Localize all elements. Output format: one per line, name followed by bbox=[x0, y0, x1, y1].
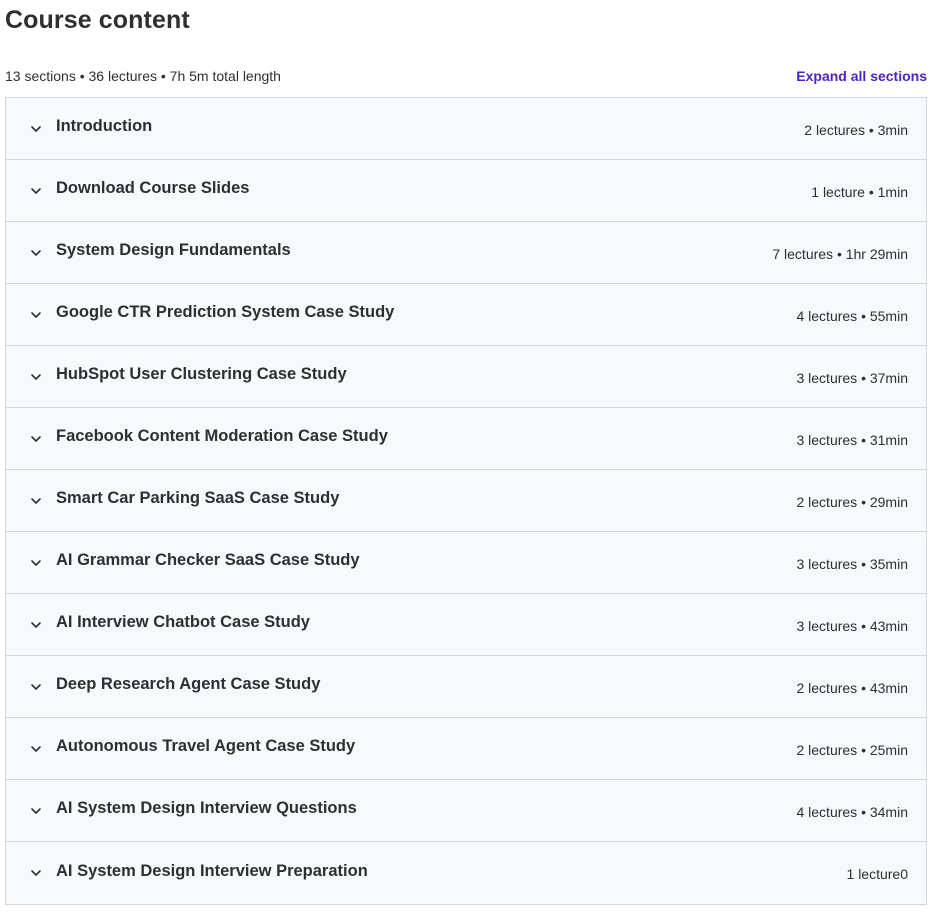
section-row[interactable]: AI System Design Interview Preparation 1… bbox=[6, 842, 926, 904]
section-title: Autonomous Travel Agent Case Study bbox=[56, 737, 356, 755]
section-title: Introduction bbox=[56, 117, 153, 135]
section-title: AI Grammar Checker SaaS Case Study bbox=[56, 551, 360, 569]
curriculum-accordion: Introduction 2 lectures • 3min Download … bbox=[5, 97, 927, 905]
section-row[interactable]: Download Course Slides 1 lecture • 1min bbox=[6, 160, 926, 222]
section-meta: 3 lectures • 35min bbox=[796, 555, 908, 572]
section-row[interactable]: Google CTR Prediction System Case Study … bbox=[6, 284, 926, 346]
chevron-down-icon bbox=[28, 679, 44, 695]
section-row[interactable]: Facebook Content Moderation Case Study 3… bbox=[6, 408, 926, 470]
section-title: Google CTR Prediction System Case Study bbox=[56, 303, 395, 321]
section-meta: 3 lectures • 43min bbox=[796, 617, 908, 634]
chevron-down-icon bbox=[28, 741, 44, 757]
section-meta: 7 lectures • 1hr 29min bbox=[772, 245, 908, 262]
chevron-down-icon bbox=[28, 245, 44, 261]
section-meta: 2 lectures • 43min bbox=[796, 679, 908, 696]
section-row[interactable]: AI System Design Interview Questions 4 l… bbox=[6, 780, 926, 842]
section-meta: 2 lectures • 3min bbox=[804, 121, 908, 138]
course-summary-row: 13 sections • 36 lectures • 7h 5m total … bbox=[5, 66, 927, 86]
section-title: Smart Car Parking SaaS Case Study bbox=[56, 489, 340, 507]
section-row[interactable]: HubSpot User Clustering Case Study 3 lec… bbox=[6, 346, 926, 408]
chevron-down-icon bbox=[28, 617, 44, 633]
section-meta: 4 lectures • 55min bbox=[796, 307, 908, 324]
section-meta: 4 lectures • 34min bbox=[796, 803, 908, 820]
chevron-down-icon bbox=[28, 555, 44, 571]
section-meta: 1 lecture0 bbox=[846, 866, 908, 882]
section-row[interactable]: Introduction 2 lectures • 3min bbox=[6, 98, 926, 160]
chevron-down-icon bbox=[28, 183, 44, 199]
course-summary: 13 sections • 36 lectures • 7h 5m total … bbox=[5, 68, 281, 84]
section-title: AI System Design Interview Preparation bbox=[56, 861, 368, 880]
section-meta: 1 lecture • 1min bbox=[811, 183, 908, 200]
section-title: AI System Design Interview Questions bbox=[56, 799, 357, 817]
section-row[interactable]: Deep Research Agent Case Study 2 lecture… bbox=[6, 656, 926, 718]
chevron-down-icon bbox=[28, 493, 44, 509]
section-title: System Design Fundamentals bbox=[56, 241, 291, 259]
section-meta: 3 lectures • 31min bbox=[796, 431, 908, 448]
chevron-down-icon bbox=[28, 431, 44, 447]
chevron-down-icon bbox=[28, 307, 44, 323]
chevron-down-icon bbox=[28, 865, 44, 881]
section-meta: 2 lectures • 25min bbox=[796, 741, 908, 758]
section-row[interactable]: Smart Car Parking SaaS Case Study 2 lect… bbox=[6, 470, 926, 532]
expand-all-sections-button[interactable]: Expand all sections bbox=[796, 68, 927, 84]
section-row[interactable]: Autonomous Travel Agent Case Study 2 lec… bbox=[6, 718, 926, 780]
section-row[interactable]: System Design Fundamentals 7 lectures • … bbox=[6, 222, 926, 284]
section-meta: 2 lectures • 29min bbox=[796, 493, 908, 510]
section-title: Download Course Slides bbox=[56, 179, 250, 197]
section-title: HubSpot User Clustering Case Study bbox=[56, 365, 347, 383]
section-meta: 3 lectures • 37min bbox=[796, 369, 908, 386]
chevron-down-icon bbox=[28, 369, 44, 385]
section-title: AI Interview Chatbot Case Study bbox=[56, 613, 310, 631]
section-title: Deep Research Agent Case Study bbox=[56, 675, 321, 693]
page-title: Course content bbox=[5, 6, 190, 34]
chevron-down-icon bbox=[28, 121, 44, 137]
section-row[interactable]: AI Grammar Checker SaaS Case Study 3 lec… bbox=[6, 532, 926, 594]
chevron-down-icon bbox=[28, 803, 44, 819]
section-row[interactable]: AI Interview Chatbot Case Study 3 lectur… bbox=[6, 594, 926, 656]
section-title: Facebook Content Moderation Case Study bbox=[56, 427, 388, 445]
